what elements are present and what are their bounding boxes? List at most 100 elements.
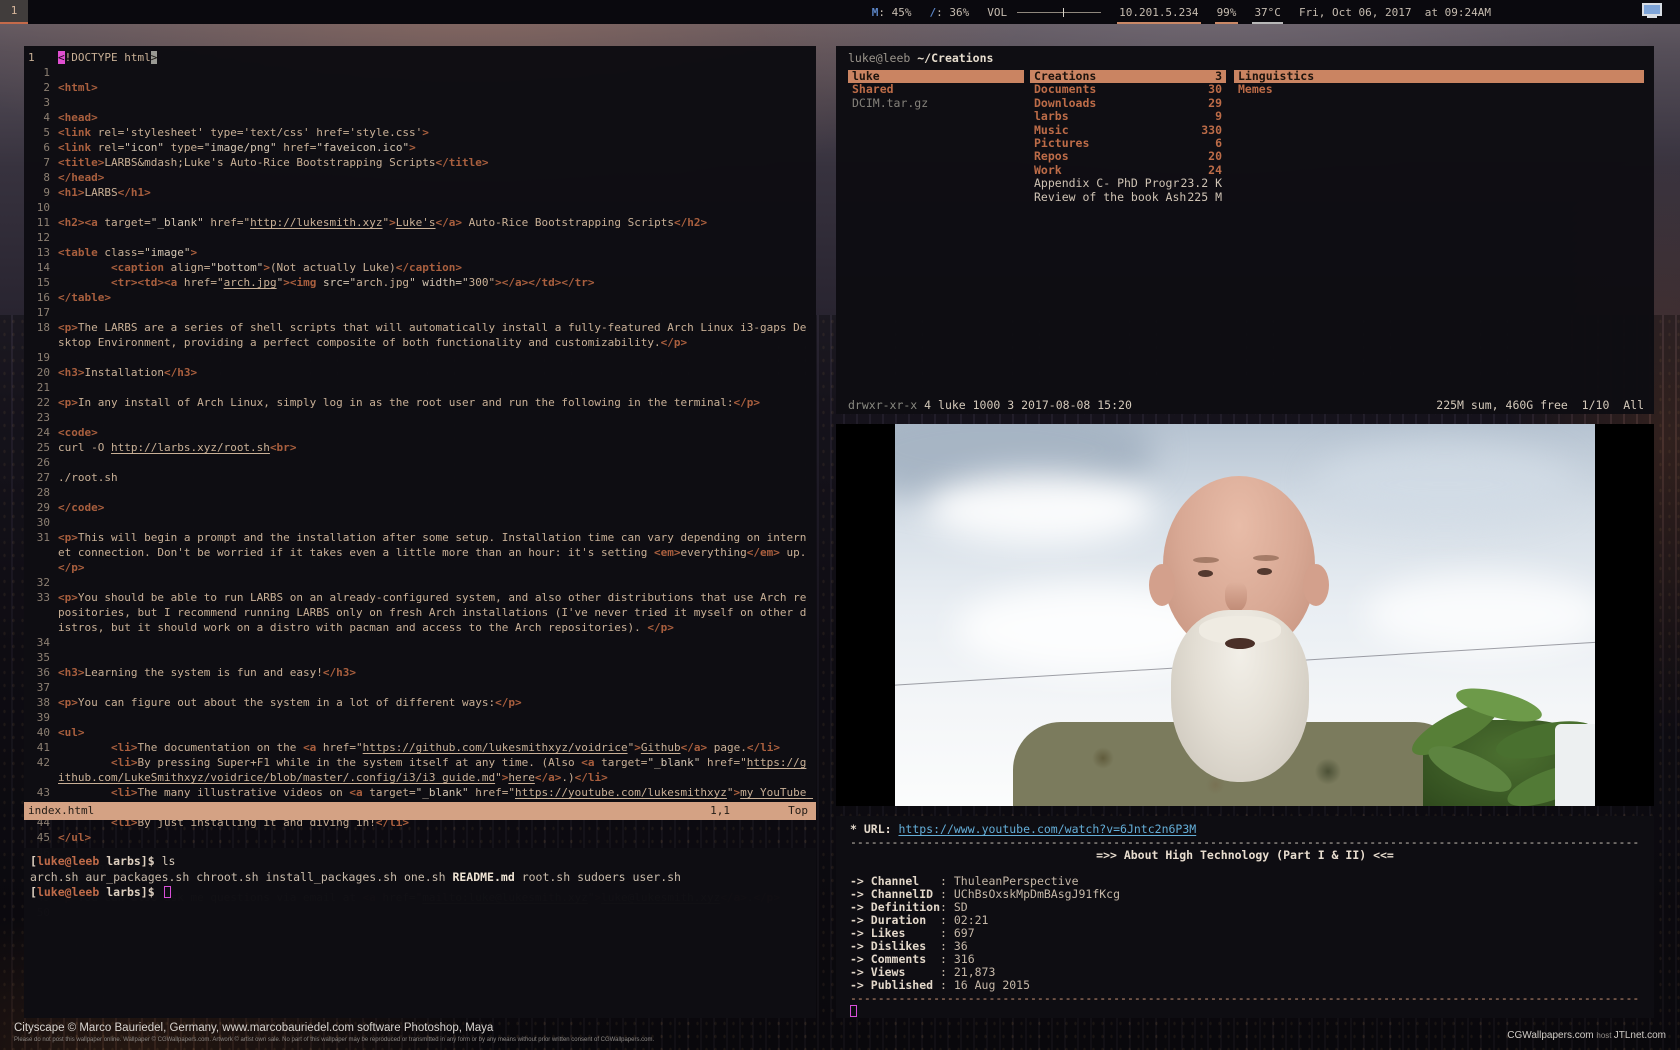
editor-line: 17: [28, 305, 812, 320]
editor-line: 11<h2><a target="_blank" href="http://lu…: [28, 215, 812, 230]
editor-line: 22<p>In any install of Arch Linux, simpl…: [28, 395, 812, 410]
yt-field: -> ChannelID : UChBsOxskMpDmBAsgJ91fKcg: [850, 888, 1640, 901]
ranger-entry[interactable]: Repos20: [1030, 150, 1226, 163]
wallpaper-legal: Please do not post this wallpaper online…: [14, 1037, 654, 1043]
ranger-entry[interactable]: Work24: [1030, 164, 1226, 177]
ranger-entry[interactable]: luke: [848, 70, 1024, 83]
ranger-preview-column: LinguisticsMemes: [1234, 70, 1644, 204]
status-icon: /: [929, 6, 936, 19]
man-mouth: [1225, 638, 1255, 649]
ranger-entry[interactable]: larbs9: [1030, 110, 1226, 123]
editor-line: 30: [28, 515, 812, 530]
editor-line: 34: [28, 635, 812, 650]
editor-buffer[interactable]: 1<!DOCTYPE html>12<html>34<head>5<link r…: [24, 46, 816, 920]
youtube-link[interactable]: https://www.youtube.com/watch?v=6Jntc2n6…: [898, 823, 1196, 836]
ranger-entry[interactable]: Downloads29: [1030, 97, 1226, 110]
editor-line: 35: [28, 650, 812, 665]
yt-url-line: * URL: https://www.youtube.com/watch?v=6…: [850, 823, 1640, 836]
man-ear: [1303, 564, 1329, 606]
ranger-entry[interactable]: Music330: [1030, 124, 1226, 137]
editor-line: 42 <li>By pressing Super+F1 while in the…: [28, 755, 812, 785]
separator: ----------------------------------------…: [850, 992, 1640, 1005]
ranger-entry[interactable]: Documents30: [1030, 83, 1226, 96]
status-block: M: 45%: [863, 0, 921, 24]
ranger-entry[interactable]: Pictures6: [1030, 137, 1226, 150]
man-eye: [1257, 568, 1272, 575]
man-ear: [1149, 564, 1175, 606]
editor-line: 21: [28, 380, 812, 395]
editor-line: 2<html>: [28, 80, 812, 95]
monitor-stand: [1647, 16, 1657, 18]
file-name: aur_packages.sh: [85, 870, 189, 884]
ranger-current-column: Creations3Documents30Downloads29larbs9Mu…: [1030, 70, 1226, 204]
volume-slider[interactable]: [1017, 12, 1101, 13]
editor-line: 1: [28, 65, 812, 80]
ranger-entry[interactable]: Memes: [1234, 83, 1644, 96]
man-nose: [1225, 582, 1247, 612]
file-name: chroot.sh: [196, 870, 258, 884]
video-info-terminal-window[interactable]: * URL: https://www.youtube.com/watch?v=6…: [836, 816, 1654, 1018]
ranger-entry[interactable]: Appendix C- PhD Program.docx23.2 K: [1030, 177, 1226, 190]
editor-line: 4<head>: [28, 110, 812, 125]
terminal-cursor[interactable]: [850, 1005, 857, 1017]
vim-editor-window[interactable]: 1<!DOCTYPE html>12<html>34<head>5<link r…: [24, 46, 816, 820]
status-bar: 1 M: 45%/: 36%VOL10.201.5.23499%37°CFri,…: [0, 0, 1680, 24]
yt-field: -> Definition: SD: [850, 901, 1640, 914]
yt-field: -> Views : 21,873: [850, 966, 1640, 979]
editor-line: 5<link rel='stylesheet' type='text/css' …: [28, 125, 812, 140]
yt-field: -> Comments : 316: [850, 953, 1640, 966]
editor-line: 27./root.sh: [28, 470, 812, 485]
editor-line: 14 <caption align="bottom">(Not actually…: [28, 260, 812, 275]
wallpaper-host-label: host: [1596, 1031, 1613, 1040]
ranger-entry[interactable]: Linguistics: [1234, 70, 1644, 83]
file-name: user.sh: [633, 870, 681, 884]
status-block: /: 36%: [920, 0, 978, 24]
monitor-screen: [1642, 3, 1662, 16]
editor-line: 10: [28, 200, 812, 215]
editor-line: 45</ul>: [28, 830, 812, 845]
shell-ls-output: arch.sh aur_packages.sh chroot.sh instal…: [30, 870, 810, 886]
vim-scroll-indicator: Top: [788, 802, 808, 820]
man-eyebrow: [1253, 555, 1279, 561]
workspace-button[interactable]: 1: [0, 0, 28, 24]
editor-line: 24<code>: [28, 425, 812, 440]
video-frame[interactable]: [895, 424, 1595, 806]
editor-line: 26: [28, 455, 812, 470]
white-cloth: [1555, 724, 1595, 806]
ranger-parent-column: lukeSharedDCIM.tar.gz: [848, 70, 1024, 204]
shell-command: ls: [162, 854, 176, 868]
man-eyebrow: [1193, 557, 1219, 563]
video-title: =>> About High Technology (Part I & II) …: [850, 849, 1640, 862]
man-eye: [1198, 570, 1213, 577]
ranger-window[interactable]: luke@leeb ~/Creations lukeSharedDCIM.tar…: [836, 46, 1654, 414]
status-block: Fri, Oct 06, 2017 at 09:24AM: [1290, 0, 1500, 24]
vim-cursor-position: 1,1: [710, 802, 730, 820]
ranger-disk-info: 225M sum, 460G free 1/10 All: [1436, 398, 1644, 412]
editor-line: 1<!DOCTYPE html>: [28, 50, 812, 65]
file-name: install_packages.sh: [265, 870, 397, 884]
wallpaper-credit: Cityscape © Marco Bauriedel, Germany, ww…: [14, 1022, 493, 1034]
editor-line: 18<p>The LARBS are a series of shell scr…: [28, 320, 812, 350]
ranger-entry[interactable]: Creations3: [1030, 70, 1226, 83]
shell-prompt-line[interactable]: [luke@leeb larbs]$: [30, 885, 810, 901]
file-name: root.sh: [522, 870, 570, 884]
shell-terminal-window[interactable]: [luke@leeb larbs]$ ls arch.sh aur_package…: [24, 848, 816, 1018]
ranger-entry[interactable]: Shared: [848, 83, 1024, 96]
editor-line: 8</head>: [28, 170, 812, 185]
ranger-entry[interactable]: Review of the book Ashtadhya~.mkv225 M: [1030, 191, 1226, 204]
ranger-path: ~/Creations: [917, 51, 993, 65]
cloud: [925, 474, 1155, 544]
status-block: 99%: [1208, 0, 1246, 24]
editor-line: 28: [28, 485, 812, 500]
editor-line: 23: [28, 410, 812, 425]
mpv-video-window[interactable]: [836, 424, 1654, 806]
ranger-user: luke@leeb: [848, 51, 910, 65]
yt-field: -> Dislikes : 36: [850, 940, 1640, 953]
editor-line: 3: [28, 95, 812, 110]
vim-statusline: index.html 1,1 Top: [24, 802, 816, 820]
computer-tray-icon[interactable]: [1642, 3, 1662, 20]
ranger-statusbar: drwxr-xr-x 4 luke 1000 3 2017-08-08 15:2…: [836, 398, 1654, 412]
editor-line: 6<link rel="icon" type="image/png" href=…: [28, 140, 812, 155]
editor-line: 36<h3>Learning the system is fun and eas…: [28, 665, 812, 680]
ranger-entry[interactable]: DCIM.tar.gz: [848, 97, 1024, 110]
